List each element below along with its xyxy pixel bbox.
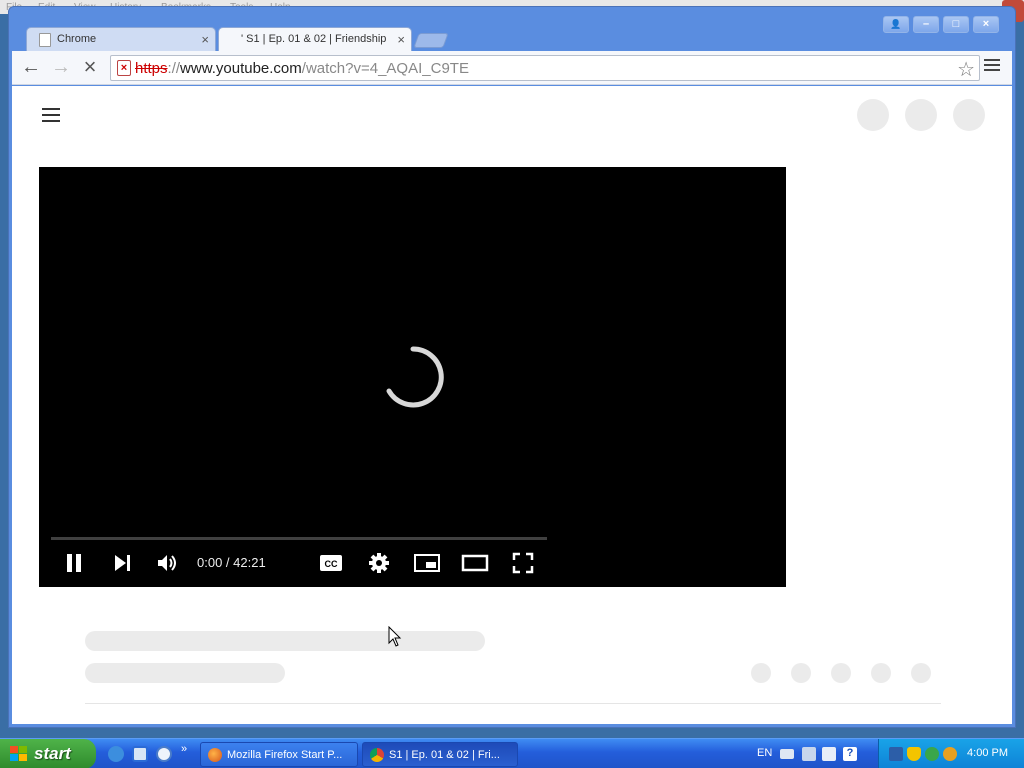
search-tray-icon[interactable] bbox=[943, 747, 957, 761]
window-controls: 👤 – □ × bbox=[883, 16, 999, 33]
help-icon[interactable]: ? bbox=[843, 747, 857, 761]
miniplayer-icon bbox=[414, 554, 440, 572]
security-shield-icon[interactable] bbox=[907, 747, 921, 761]
page-icon bbox=[39, 33, 51, 47]
header-placeholder-circle bbox=[953, 99, 985, 131]
windows-flag-icon bbox=[10, 746, 27, 761]
tab-chrome[interactable]: Chrome × bbox=[26, 27, 216, 51]
tab-close-button[interactable]: × bbox=[201, 32, 209, 47]
url-host: www.youtube.com bbox=[180, 60, 302, 77]
system-tray: 4:00 PM bbox=[878, 739, 1024, 768]
bookmark-star-icon[interactable]: ☆ bbox=[957, 57, 975, 82]
language-indicator[interactable]: EN bbox=[757, 747, 772, 759]
tab-close-button[interactable]: × bbox=[397, 32, 405, 47]
pause-icon bbox=[67, 554, 81, 572]
settings-button[interactable] bbox=[365, 550, 393, 576]
task-label: Mozilla Firefox Start P... bbox=[227, 749, 343, 761]
loading-spinner-icon bbox=[386, 346, 444, 408]
internet-explorer-icon[interactable] bbox=[108, 746, 124, 762]
tab-youtube-video[interactable]: ' S1 | Ep. 01 & 02 | Friendship × bbox=[218, 27, 412, 51]
miniplayer-button[interactable] bbox=[413, 550, 441, 576]
guide-menu-icon[interactable] bbox=[42, 108, 60, 126]
channel-placeholder bbox=[85, 663, 285, 683]
subtitles-button[interactable]: CC bbox=[317, 550, 345, 576]
tab-label: Chrome bbox=[57, 33, 97, 45]
maximize-button[interactable]: □ bbox=[943, 16, 969, 33]
url-text: https://www.youtube.com/watch?v=4_AQAI_C… bbox=[135, 60, 469, 77]
action-placeholder bbox=[791, 663, 811, 683]
start-button[interactable]: start bbox=[0, 739, 96, 768]
chrome-menu-button[interactable] bbox=[984, 59, 1000, 74]
cc-icon: CC bbox=[320, 555, 342, 571]
header-placeholder-circle bbox=[905, 99, 937, 131]
minimize-button[interactable]: – bbox=[913, 16, 939, 33]
pause-button[interactable] bbox=[61, 550, 87, 576]
tab-label: ' S1 | Ep. 01 & 02 | Friendship bbox=[241, 33, 387, 45]
page-viewport: 0:00 / 42:21 CC bbox=[12, 86, 1012, 724]
action-placeholder bbox=[871, 663, 891, 683]
fullscreen-icon bbox=[512, 552, 534, 574]
mouse-cursor-icon bbox=[388, 626, 402, 647]
svg-text:CC: CC bbox=[325, 559, 338, 569]
mute-button[interactable] bbox=[155, 550, 181, 576]
url-path: /watch?v=4_AQAI_C9TE bbox=[301, 60, 469, 77]
skip-next-icon bbox=[115, 555, 130, 571]
taskbar-chrome[interactable]: S1 | Ep. 01 & 02 | Fri... bbox=[362, 742, 518, 767]
action-placeholder bbox=[911, 663, 931, 683]
address-bar[interactable]: × https://www.youtube.com/watch?v=4_AQAI… bbox=[110, 55, 980, 81]
theater-icon bbox=[461, 554, 489, 572]
taskbar-firefox[interactable]: Mozilla Firefox Start P... bbox=[200, 742, 358, 767]
title-placeholder bbox=[85, 631, 485, 651]
action-placeholder bbox=[831, 663, 851, 683]
volume-icon bbox=[158, 555, 176, 571]
browser-toolbar: ← → × × https://www.youtube.com/watch?v=… bbox=[12, 51, 1012, 85]
task-label: S1 | Ep. 01 & 02 | Fri... bbox=[389, 749, 500, 761]
profile-button[interactable]: 👤 bbox=[883, 16, 909, 33]
start-label: start bbox=[34, 744, 71, 763]
quicklaunch-more-icon[interactable]: » bbox=[181, 743, 187, 755]
time-display: 0:00 / 42:21 bbox=[197, 555, 266, 570]
theater-mode-button[interactable] bbox=[460, 550, 490, 576]
url-separator: :// bbox=[167, 60, 181, 77]
next-button[interactable] bbox=[109, 550, 135, 576]
divider bbox=[85, 703, 941, 704]
progress-bar[interactable] bbox=[51, 537, 547, 540]
fullscreen-button[interactable] bbox=[509, 550, 537, 576]
forward-button[interactable]: → bbox=[50, 57, 72, 79]
media-player-icon[interactable] bbox=[156, 746, 172, 762]
new-tab-button[interactable] bbox=[413, 33, 449, 48]
url-scheme: https bbox=[135, 60, 168, 77]
outlook-express-icon[interactable] bbox=[132, 746, 148, 762]
input-options-icon[interactable] bbox=[822, 747, 836, 761]
clock: 4:00 PM bbox=[967, 747, 1008, 759]
keyboard-icon[interactable] bbox=[780, 749, 794, 759]
firefox-icon bbox=[208, 748, 222, 762]
network-icon[interactable] bbox=[889, 747, 903, 761]
video-player[interactable]: 0:00 / 42:21 CC bbox=[39, 167, 786, 587]
pen-icon[interactable] bbox=[802, 747, 816, 761]
chrome-icon bbox=[370, 748, 384, 762]
gear-icon bbox=[369, 553, 389, 573]
taskbar: start » Mozilla Firefox Start P... S1 | … bbox=[0, 738, 1024, 768]
back-button[interactable]: ← bbox=[20, 57, 42, 79]
header-placeholder-circle bbox=[857, 99, 889, 131]
action-placeholder bbox=[751, 663, 771, 683]
close-window-button[interactable]: × bbox=[973, 16, 999, 33]
stop-loading-button[interactable]: × bbox=[79, 56, 101, 79]
user-icon: 👤 bbox=[890, 19, 902, 29]
update-icon[interactable] bbox=[925, 747, 939, 761]
insecure-lock-icon: × bbox=[117, 60, 131, 76]
